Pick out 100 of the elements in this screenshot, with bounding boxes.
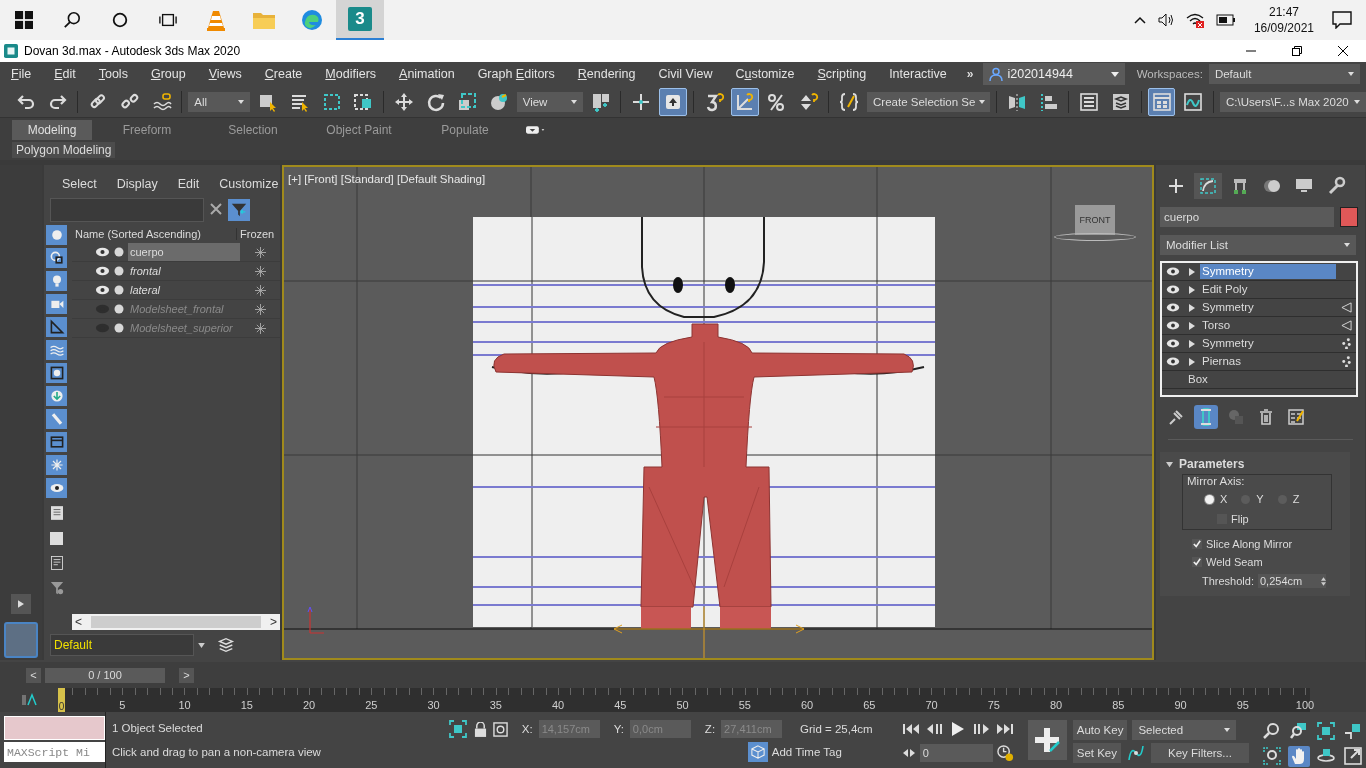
- zoom-region-icon[interactable]: [1261, 745, 1283, 767]
- search-icon[interactable]: [63, 11, 81, 29]
- frame-marker[interactable]: 0: [58, 688, 65, 712]
- threshold-spinner[interactable]: 0,254cm: [1258, 574, 1326, 588]
- rollout-title[interactable]: Parameters: [1179, 457, 1245, 471]
- lock-icon[interactable]: [473, 721, 487, 737]
- battery-icon[interactable]: [1215, 14, 1236, 26]
- explorer-menu-item[interactable]: Edit: [177, 177, 200, 191]
- modifier-name[interactable]: Torso: [1200, 318, 1336, 333]
- column-header[interactable]: Name (Sorted Ascending): [72, 228, 236, 240]
- maximize-icon[interactable]: [1342, 745, 1364, 767]
- curve-editor-icon[interactable]: [22, 693, 38, 707]
- eye-icon[interactable]: [95, 266, 110, 276]
- toolbar-dropdown[interactable]: C:\Users\F...s Max 2020: [1220, 91, 1366, 112]
- menu-item[interactable]: Modifiers: [314, 67, 389, 81]
- eye-icon[interactable]: [1166, 357, 1180, 366]
- current-frame-field[interactable]: 0: [919, 744, 993, 762]
- modifier-name[interactable]: Piernas: [1200, 354, 1336, 369]
- wifi-off-icon[interactable]: [1185, 12, 1204, 28]
- go-to-start-icon[interactable]: [901, 723, 922, 735]
- menu-item[interactable]: Animation: [388, 67, 467, 81]
- modifier-name[interactable]: Edit Poly: [1200, 282, 1336, 297]
- viewport-label[interactable]: [+] [Front] [Standard] [Default Shading]: [288, 173, 486, 185]
- ring-icon[interactable]: [111, 11, 129, 29]
- play-icon[interactable]: [949, 721, 966, 737]
- menu-item[interactable]: Scripting: [806, 67, 879, 81]
- collapse-arrow-icon[interactable]: [1166, 460, 1173, 468]
- key-mode-dropdown[interactable]: Selected: [1132, 720, 1237, 740]
- auto-key-button[interactable]: Auto Key: [1072, 720, 1128, 740]
- target-icon[interactable]: [492, 721, 508, 737]
- triangle-right-icon[interactable]: [18, 600, 24, 608]
- render-dot-icon[interactable]: [114, 247, 124, 257]
- radio-label[interactable]: Z: [1292, 493, 1300, 505]
- column-header[interactable]: Frozen: [236, 228, 280, 240]
- modifier-name[interactable]: Symmetry: [1200, 300, 1336, 315]
- render-dot-icon[interactable]: [114, 323, 124, 333]
- expand-panel-button[interactable]: [11, 594, 31, 614]
- object-name-field[interactable]: cuerpo: [1160, 207, 1334, 227]
- clock-gear-icon[interactable]: [996, 744, 1014, 762]
- chevron-up-icon[interactable]: [1133, 16, 1146, 24]
- menu-item[interactable]: Edit: [43, 67, 88, 81]
- search-field[interactable]: [50, 198, 204, 222]
- pan-icon[interactable]: [1288, 745, 1310, 767]
- eye-icon[interactable]: [95, 247, 110, 257]
- next-frame-button[interactable]: >: [179, 667, 194, 683]
- horizontal-scrollbar[interactable]: < >: [72, 614, 280, 630]
- key-mode-icon[interactable]: [901, 748, 916, 758]
- eye-icon[interactable]: [1166, 267, 1180, 276]
- ribbon-tab[interactable]: Object Paint: [308, 120, 410, 140]
- menu-item[interactable]: Interactive: [878, 67, 959, 81]
- object-name[interactable]: cuerpo: [128, 243, 240, 261]
- key-filters-button[interactable]: Key Filters...: [1151, 743, 1249, 763]
- listener-output-field[interactable]: [4, 716, 105, 740]
- user-account-dropdown[interactable]: i202014944: [983, 63, 1125, 85]
- menu-item[interactable]: Group: [139, 67, 198, 81]
- ribbon-tab[interactable]: Selection: [202, 120, 304, 140]
- script-listener-field[interactable]: MAXScript Mi: [4, 742, 105, 762]
- checkbox-label[interactable]: Flip: [1231, 513, 1249, 525]
- menu-item[interactable]: Views: [197, 67, 254, 81]
- snowflake-icon[interactable]: [254, 246, 266, 258]
- explorer-menu-item[interactable]: Display: [116, 177, 158, 191]
- ribbon-tab[interactable]: Freeform: [96, 120, 198, 140]
- windows-logo-icon[interactable]: [15, 11, 33, 29]
- toolbar-dropdown[interactable]: All: [188, 91, 251, 112]
- filter-gear-icon[interactable]: [49, 581, 64, 595]
- previous-frame-button[interactable]: <: [26, 667, 41, 683]
- task-view-icon[interactable]: [159, 11, 177, 29]
- render-dot-icon[interactable]: [114, 285, 124, 295]
- speaker-icon[interactable]: [1157, 13, 1174, 27]
- workspace-dropdown[interactable]: Default: [1208, 64, 1360, 84]
- explorer-menu-item[interactable]: Customize: [219, 177, 279, 191]
- snowflake-icon[interactable]: [254, 284, 266, 296]
- notification-icon[interactable]: [1332, 11, 1352, 29]
- menu-item[interactable]: Graph Editors: [466, 67, 567, 81]
- viewport[interactable]: [+] [Front] [Standard] [Default Shading] FRONT: [282, 165, 1154, 660]
- taskbar-app[interactable]: 3: [336, 0, 384, 40]
- radio-label[interactable]: Y: [1256, 493, 1264, 505]
- layers-icon[interactable]: [217, 636, 235, 654]
- menu-item[interactable]: Customize: [724, 67, 807, 81]
- isolate-icon[interactable]: [447, 719, 468, 739]
- checkbox-label[interactable]: Weld Seam: [1206, 556, 1263, 568]
- ribbon-tab[interactable]: Populate: [414, 120, 516, 140]
- square-icon[interactable]: [50, 531, 63, 545]
- modifier-name[interactable]: Symmetry: [1200, 264, 1336, 279]
- checkbox-label[interactable]: Slice Along Mirror: [1206, 538, 1293, 550]
- eye-icon[interactable]: [1166, 303, 1180, 312]
- toolbar-dropdown[interactable]: Create Selection Se: [867, 91, 990, 112]
- toolbar-dropdown[interactable]: View: [516, 91, 583, 112]
- document-icon[interactable]: [50, 556, 63, 570]
- checkbox[interactable]: [1192, 557, 1202, 567]
- eye-icon[interactable]: [1166, 285, 1180, 294]
- menu-item[interactable]: Tools: [87, 67, 140, 81]
- caret-icon[interactable]: [198, 642, 205, 648]
- spinner-arrows-icon[interactable]: [1321, 576, 1326, 586]
- menu-overflow-button[interactable]: »: [958, 67, 982, 81]
- snowflake-icon[interactable]: [254, 303, 266, 315]
- modifier-list-dropdown[interactable]: Modifier List: [1160, 235, 1356, 255]
- menu-item[interactable]: Rendering: [566, 67, 648, 81]
- explorer-menu-item[interactable]: Select: [62, 177, 97, 191]
- menu-item[interactable]: File: [0, 67, 44, 81]
